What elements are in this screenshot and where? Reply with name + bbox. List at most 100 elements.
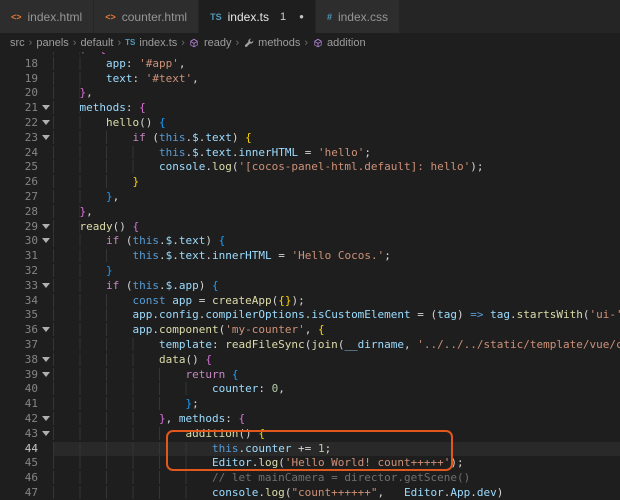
tab-index.css[interactable]: # index.css (315, 0, 400, 33)
property-symbol-icon (243, 37, 254, 48)
fold-chevron-icon[interactable] (38, 131, 53, 146)
code-line-39[interactable]: 39 return { (0, 367, 620, 383)
line-number: 36 (24, 323, 38, 337)
line-number: 46 (24, 471, 38, 485)
breadcrumb-label: ready (203, 36, 232, 49)
chevron-right-icon: › (72, 36, 77, 49)
line-number: 22 (24, 115, 38, 129)
fold-chevron-icon[interactable] (38, 368, 53, 383)
code-line-36[interactable]: 36 app.component('my-counter', { (0, 323, 620, 338)
tab-index.ts[interactable]: TS index.ts 1 ● (199, 0, 316, 33)
code-text: }, (53, 86, 620, 101)
code-text: counter: 0, (53, 382, 620, 397)
code-line-21[interactable]: 21 methods: { (0, 101, 620, 116)
code-line-23[interactable]: 23 if (this.$.text) { (0, 130, 620, 146)
tab-counter.html[interactable]: <> counter.html (94, 0, 200, 33)
line-number: 24 (24, 145, 38, 159)
code-line-33[interactable]: 33 if (this.$.app) { (0, 278, 620, 294)
breadcrumb-item-default[interactable]: default (80, 37, 113, 49)
tab-index.html[interactable]: <> index.html (0, 0, 95, 33)
breadcrumb-label: methods (258, 36, 301, 49)
code-line-42[interactable]: 42 }, methods: { (0, 411, 620, 427)
code-line-45[interactable]: 45 Editor.log('Hello World! count+++++')… (0, 456, 620, 471)
fold-chevron-icon[interactable] (38, 234, 53, 249)
code-line-47[interactable]: 47 console.log("count++++++", Editor.App… (0, 485, 620, 500)
breadcrumb: src › panels › default › TS index.ts › ready › meth… (0, 33, 620, 52)
code-line-40[interactable]: 40 counter: 0, (0, 382, 620, 397)
code-line-38[interactable]: 38 data() { (0, 352, 620, 368)
code-line-34[interactable]: 34 const app = createApp({}); (0, 293, 620, 309)
method-symbol-icon (312, 37, 323, 48)
code-line-46[interactable]: 46 // let mainCamera = director.getScene… (0, 471, 620, 486)
breadcrumb-item-ready[interactable]: ready (189, 37, 232, 49)
code-line-22[interactable]: 22 hello() { (0, 115, 620, 131)
code-line-20[interactable]: 20 }, (0, 86, 620, 101)
code-line-35[interactable]: 35 app.config.compilerOptions.isCustomEl… (0, 308, 620, 323)
breadcrumb-label: default (80, 36, 114, 49)
fold-chevron-icon[interactable] (38, 353, 53, 368)
breadcrumb-item-panels[interactable]: panels (36, 37, 68, 49)
breadcrumb-item-addition[interactable]: addition (312, 37, 366, 49)
fold-chevron-icon[interactable] (38, 427, 53, 442)
code-line-29[interactable]: 29 ready() { (0, 219, 620, 235)
breadcrumb-item-index.ts[interactable]: TS index.ts (125, 37, 177, 49)
code-text: } (53, 263, 620, 279)
modified-dot[interactable]: ● (299, 12, 304, 21)
fold-chevron-icon[interactable] (38, 412, 53, 427)
fold-chevron-icon[interactable] (38, 220, 53, 235)
tab-label: index.html (27, 9, 83, 24)
code-line-43[interactable]: 43 addition() { (0, 426, 620, 442)
fold-chevron-icon[interactable] (38, 279, 53, 294)
fold-chevron-icon[interactable] (38, 116, 53, 131)
code-text: text: '#text', (53, 71, 620, 87)
line-number: 41 (24, 397, 38, 411)
code-line-30[interactable]: 30 if (this.$.text) { (0, 234, 620, 249)
line-number: 29 (24, 219, 38, 233)
chevron-right-icon: › (181, 36, 185, 49)
line-number: 44 (24, 441, 38, 455)
ts-file-icon: TS (125, 38, 136, 47)
code-text: }, methods: { (53, 411, 620, 427)
line-number: 40 (24, 382, 38, 396)
breadcrumb-item-src[interactable]: src (10, 37, 25, 49)
line-number: 20 (24, 86, 38, 100)
code-line-18[interactable]: 18 app: '#app', (0, 56, 620, 72)
code-line-28[interactable]: 28 }, (0, 204, 620, 220)
code-text: if (this.$.text) { (53, 130, 620, 146)
line-number: 38 (24, 352, 38, 366)
code-text: } (53, 175, 620, 190)
line-number: 30 (24, 234, 38, 248)
code-line-37[interactable]: 37 template: readFileSync(join(__dirname… (0, 337, 620, 353)
code-editor[interactable]: 17 $: {18 app: '#app',19 text: '#text',2… (0, 52, 620, 500)
breadcrumb-item-methods[interactable]: methods (243, 37, 300, 49)
code-line-32[interactable]: 32 } (0, 263, 620, 279)
code-text: return { (53, 367, 620, 383)
chevron-right-icon: › (28, 36, 33, 49)
tab-bar: <> index.html <> counter.html TS index.ts 1 ● # i… (0, 0, 620, 33)
tab-label: counter.html (121, 9, 188, 24)
code-text: const app = createApp({}); (53, 293, 620, 309)
code-line-24[interactable]: 24 this.$.text.innerHTML = 'hello'; (0, 145, 620, 161)
line-number: 35 (24, 308, 38, 322)
fold-chevron-icon[interactable] (38, 101, 53, 116)
code-line-27[interactable]: 27 }, (0, 189, 620, 205)
line-number: 34 (24, 293, 38, 307)
html-file-icon: <> (105, 11, 116, 22)
code-line-44[interactable]: 44 this.counter += 1; (0, 441, 620, 457)
line-number: 31 (24, 249, 38, 263)
code-line-26[interactable]: 26 } (0, 175, 620, 190)
breadcrumb-label: index.ts (139, 36, 178, 49)
code-line-19[interactable]: 19 text: '#text', (0, 71, 620, 87)
fold-chevron-icon[interactable] (38, 323, 53, 338)
code-line-31[interactable]: 31 this.$.text.innerHTML = 'Hello Cocos.… (0, 249, 620, 264)
code-line-41[interactable]: 41 }; (0, 397, 620, 412)
code-line-25[interactable]: 25 console.log('[cocos-panel-html.defaul… (0, 160, 620, 175)
method-symbol-icon (189, 37, 200, 48)
line-number: 18 (24, 56, 38, 70)
line-number: 19 (24, 71, 38, 85)
line-number: 37 (24, 337, 38, 351)
